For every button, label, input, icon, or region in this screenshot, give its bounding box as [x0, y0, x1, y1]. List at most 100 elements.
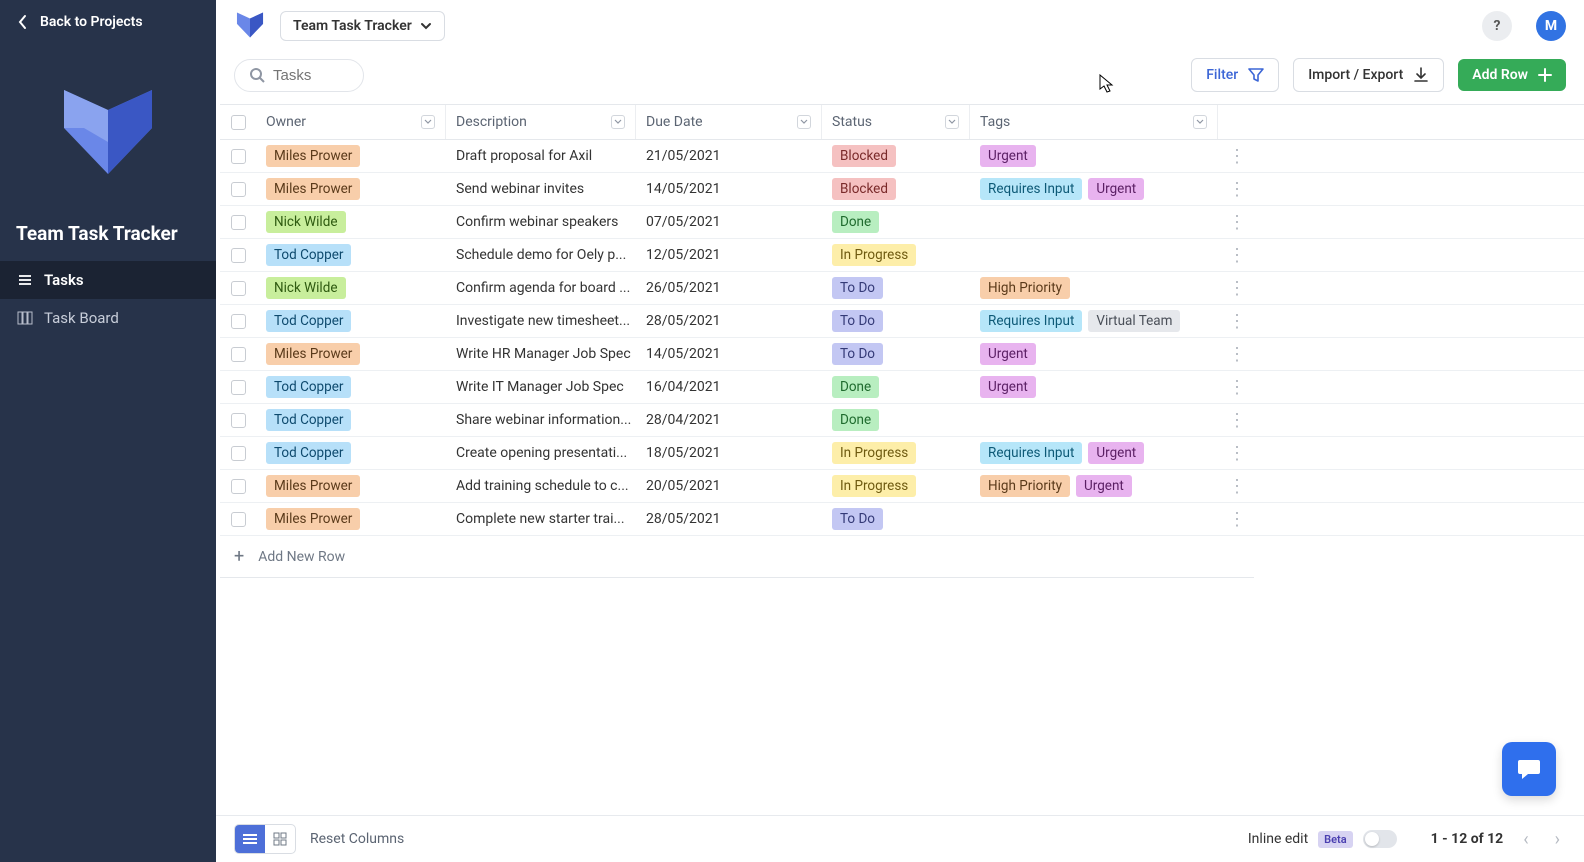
column-header-status[interactable]: Status — [822, 105, 970, 139]
due-date-cell: 28/05/2021 — [636, 503, 822, 535]
row-actions-button[interactable]: ⋮ — [1228, 476, 1244, 497]
column-header-owner[interactable]: Owner — [256, 105, 446, 139]
list-icon — [16, 271, 34, 289]
row-actions-button[interactable]: ⋮ — [1228, 278, 1244, 299]
column-menu-icon[interactable] — [611, 115, 625, 129]
row-actions-button[interactable]: ⋮ — [1228, 311, 1244, 332]
next-page-button[interactable]: › — [1549, 829, 1566, 850]
row-checkbox[interactable] — [231, 380, 246, 395]
row-checkbox[interactable] — [231, 512, 246, 527]
owner-chip: Nick Wilde — [266, 277, 346, 299]
board-icon — [16, 309, 34, 327]
column-menu-icon[interactable] — [945, 115, 959, 129]
table-row[interactable]: Miles ProwerSend webinar invites14/05/20… — [220, 173, 1584, 206]
import-export-button[interactable]: Import / Export — [1293, 58, 1444, 92]
row-actions-button[interactable]: ⋮ — [1228, 146, 1244, 167]
owner-chip: Tod Copper — [266, 442, 351, 464]
tag-chip: Urgent — [1076, 475, 1132, 497]
plus-icon — [1538, 68, 1552, 82]
table-row[interactable]: Miles ProwerWrite HR Manager Job Spec14/… — [220, 338, 1584, 371]
owner-chip: Tod Copper — [266, 409, 351, 431]
owner-chip: Miles Prower — [266, 508, 360, 530]
user-avatar[interactable]: M — [1536, 11, 1566, 41]
table-row[interactable]: Nick WildeConfirm agenda for board ...26… — [220, 272, 1584, 305]
row-checkbox[interactable] — [231, 413, 246, 428]
column-menu-icon[interactable] — [421, 115, 435, 129]
filter-button[interactable]: Filter — [1191, 58, 1279, 92]
chat-fab[interactable] — [1502, 742, 1556, 796]
pagination-info: 1 - 12 of 12 — [1431, 831, 1504, 847]
row-actions-button[interactable]: ⋮ — [1228, 377, 1244, 398]
row-actions-button[interactable]: ⋮ — [1228, 410, 1244, 431]
column-menu-icon[interactable] — [1193, 115, 1207, 129]
sidebar-title: Team Task Tracker — [0, 214, 216, 261]
column-header-tags[interactable]: Tags — [970, 105, 1218, 139]
inline-edit-toggle[interactable] — [1363, 830, 1397, 848]
row-checkbox[interactable] — [231, 182, 246, 197]
search-input[interactable] — [273, 67, 343, 84]
owner-chip: Tod Copper — [266, 244, 351, 266]
table-row[interactable]: Miles ProwerAdd training schedule to c..… — [220, 470, 1584, 503]
app-logo-small — [234, 10, 266, 42]
column-label: Tags — [980, 114, 1010, 130]
tag-chip: Requires Input — [980, 310, 1082, 332]
column-header-due-date[interactable]: Due Date — [636, 105, 822, 139]
description-cell: Create opening presentati... — [446, 437, 636, 469]
row-checkbox[interactable] — [231, 215, 246, 230]
column-header-description[interactable]: Description — [446, 105, 636, 139]
row-checkbox[interactable] — [231, 248, 246, 263]
list-view-button[interactable] — [235, 825, 265, 853]
reset-columns-button[interactable]: Reset Columns — [310, 831, 404, 847]
owner-chip: Miles Prower — [266, 145, 360, 167]
project-dropdown[interactable]: Team Task Tracker — [280, 11, 445, 41]
description-cell: Schedule demo for Oely p... — [446, 239, 636, 271]
back-to-projects-link[interactable]: Back to Projects — [0, 0, 216, 44]
table-row[interactable]: Tod CopperShare webinar information...28… — [220, 404, 1584, 437]
row-checkbox[interactable] — [231, 149, 246, 164]
row-actions-button[interactable]: ⋮ — [1228, 179, 1244, 200]
row-actions-button[interactable]: ⋮ — [1228, 212, 1244, 233]
due-date-cell: 28/05/2021 — [636, 305, 822, 337]
tags-cell — [970, 206, 1218, 238]
tag-chip: High Priority — [980, 475, 1070, 497]
select-all-checkbox[interactable] — [231, 115, 246, 130]
add-row-label: Add Row — [1472, 67, 1528, 83]
grid-view-button[interactable] — [265, 825, 295, 853]
row-checkbox[interactable] — [231, 479, 246, 494]
add-new-row-label: Add New Row — [258, 549, 345, 565]
add-row-button[interactable]: Add Row — [1458, 59, 1566, 91]
add-new-row-inline[interactable]: + Add New Row — [220, 536, 1254, 578]
row-actions-button[interactable]: ⋮ — [1228, 509, 1244, 530]
table-row[interactable]: Tod CopperSchedule demo for Oely p...12/… — [220, 239, 1584, 272]
sidebar-item-tasks[interactable]: Tasks — [0, 261, 216, 299]
table-row[interactable]: Tod CopperCreate opening presentati...18… — [220, 437, 1584, 470]
search-box[interactable] — [234, 59, 364, 92]
row-checkbox[interactable] — [231, 446, 246, 461]
project-name: Team Task Tracker — [293, 18, 412, 34]
row-checkbox[interactable] — [231, 281, 246, 296]
table-row[interactable]: Nick WildeConfirm webinar speakers07/05/… — [220, 206, 1584, 239]
column-label: Status — [832, 114, 872, 130]
row-actions-button[interactable]: ⋮ — [1228, 245, 1244, 266]
owner-chip: Miles Prower — [266, 475, 360, 497]
row-actions-button[interactable]: ⋮ — [1228, 344, 1244, 365]
tag-chip: Urgent — [1088, 442, 1144, 464]
sidebar-item-task-board[interactable]: Task Board — [0, 299, 216, 337]
table-row[interactable]: Tod CopperWrite IT Manager Job Spec16/04… — [220, 371, 1584, 404]
status-chip: Blocked — [832, 178, 896, 200]
import-export-label: Import / Export — [1308, 67, 1403, 83]
due-date-cell: 14/05/2021 — [636, 173, 822, 205]
status-chip: Done — [832, 409, 879, 431]
row-actions-button[interactable]: ⋮ — [1228, 443, 1244, 464]
tags-cell: Urgent — [970, 140, 1218, 172]
chevron-left-icon — [18, 14, 28, 30]
row-checkbox[interactable] — [231, 347, 246, 362]
prev-page-button[interactable]: ‹ — [1517, 829, 1534, 850]
table-row[interactable]: Tod CopperInvestigate new timesheet...28… — [220, 305, 1584, 338]
help-button[interactable]: ? — [1482, 11, 1512, 41]
row-checkbox[interactable] — [231, 314, 246, 329]
app-logo — [0, 44, 216, 214]
table-row[interactable]: Miles ProwerComplete new starter trai...… — [220, 503, 1584, 536]
column-menu-icon[interactable] — [797, 115, 811, 129]
table-row[interactable]: Miles ProwerDraft proposal for Axil21/05… — [220, 140, 1584, 173]
